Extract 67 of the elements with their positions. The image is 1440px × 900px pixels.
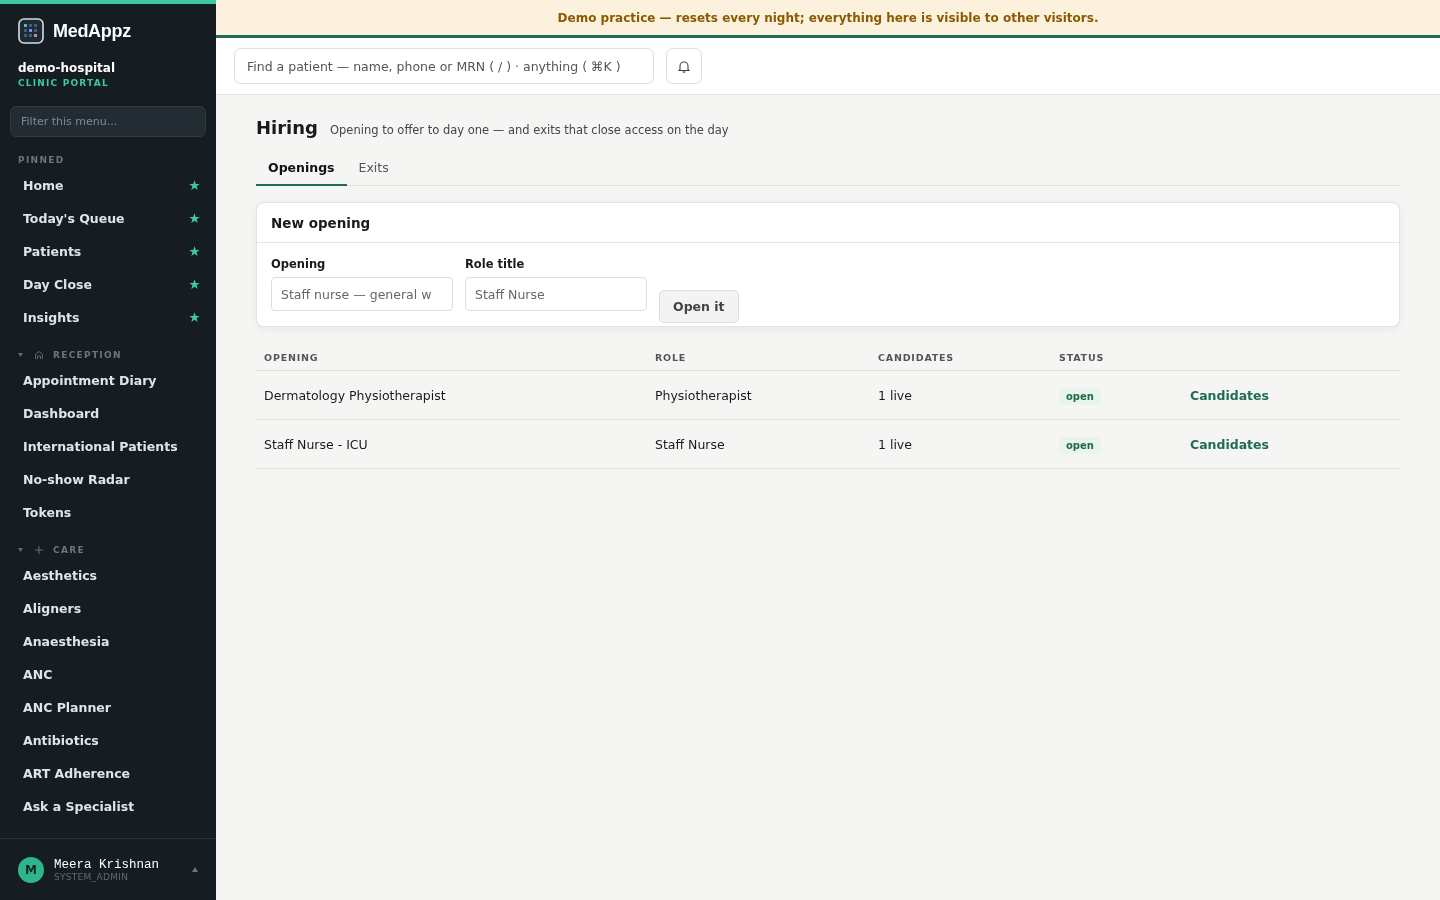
column-header: OPENING — [256, 347, 647, 371]
sidebar-item[interactable]: Patients — [10, 235, 206, 268]
table-cell: Staff Nurse - ICU — [256, 419, 647, 469]
sidebar-item[interactable]: International Patients — [10, 430, 206, 463]
plus-icon — [34, 545, 44, 555]
user-role: SYSTEM_ADMIN — [54, 871, 130, 882]
sidebar-item[interactable]: Appointment Diary — [10, 364, 206, 397]
column-header: CANDIDATES — [870, 347, 1051, 371]
caret-icon[interactable] — [18, 353, 23, 357]
sidebar-item[interactable]: ART Adherence — [10, 757, 206, 790]
input-field[interactable]: Staff Nurse — [465, 277, 647, 311]
sidebar-item[interactable]: Anaesthesia — [10, 625, 206, 658]
table-cell: Physiotherapist — [647, 370, 870, 420]
sidebar-item[interactable]: Aesthetics — [10, 559, 206, 592]
sidebar-item[interactable]: Day Close — [10, 268, 206, 301]
notifications-button[interactable] — [666, 48, 702, 84]
sidebar-item[interactable]: Ask a Specialist — [10, 790, 206, 823]
section-heading[interactable]: CARE — [53, 545, 85, 555]
open-button[interactable]: Open it — [659, 290, 739, 323]
sidebar-item[interactable]: ANC — [10, 658, 206, 691]
star-icon[interactable] — [189, 312, 200, 323]
sidebar-item[interactable]: Antibiotics — [10, 724, 206, 757]
star-icon[interactable] — [189, 180, 200, 191]
bell-icon — [678, 59, 690, 73]
caret-icon[interactable] — [18, 548, 23, 552]
portal-label: CLINIC PORTAL — [17, 77, 110, 88]
candidates-link[interactable]: Candidates — [1190, 387, 1270, 403]
sidebar-item[interactable]: Aligners — [10, 592, 206, 625]
house-icon — [34, 350, 44, 360]
column-header: ROLE — [647, 347, 870, 371]
page-title: Hiring — [256, 117, 318, 138]
sidebar-item[interactable]: Dashboard — [10, 397, 206, 430]
star-icon[interactable] — [189, 213, 200, 224]
filter-field[interactable]: Filter this menu... — [10, 106, 206, 137]
star-icon[interactable] — [189, 246, 200, 257]
field-label: Role title — [465, 257, 526, 271]
brand-name: MedAppz — [53, 20, 131, 42]
tab[interactable]: Openings — [256, 160, 347, 186]
input-field[interactable]: Staff nurse — general w — [271, 277, 453, 311]
status-badge: open — [1059, 436, 1101, 454]
sidebar-item[interactable]: Tokens — [10, 496, 206, 529]
table-cell: 1 live — [870, 370, 1051, 420]
section-heading: PINNED — [18, 155, 65, 165]
sidebar-item[interactable]: Insights — [10, 301, 206, 334]
sidebar-item[interactable]: Today's Queue — [10, 202, 206, 235]
sidebar-item[interactable]: ANC Planner — [10, 691, 206, 724]
caret-icon[interactable] — [192, 867, 198, 872]
table-cell: Staff Nurse — [647, 419, 870, 469]
banner-text: Demo practice — resets every night; everything here is visible to other visitors. — [557, 10, 1099, 25]
organization-name: demo-hospital — [17, 60, 117, 75]
field-label: Opening — [271, 257, 327, 271]
column-header: STATUS — [1051, 347, 1182, 371]
avatar: M — [18, 856, 44, 883]
tab[interactable]: Exits — [346, 160, 401, 186]
logo-icon — [18, 18, 44, 44]
page-subtitle: Opening to offer to day one — and exits that close access on the day — [330, 123, 729, 137]
table-cell: 1 live — [870, 419, 1051, 469]
user-name: Meera Krishnan — [54, 857, 161, 872]
search-field[interactable]: Find a patient — name, phone or MRN ( / ) · anything ( ⌘K ) — [234, 48, 654, 84]
card-title: New opening — [257, 203, 1399, 243]
table-cell: Dermatology Physiotherapist — [256, 370, 647, 420]
star-icon[interactable] — [189, 279, 200, 290]
section-heading[interactable]: RECEPTION — [53, 350, 122, 360]
sidebar-item[interactable]: Home — [10, 169, 206, 202]
status-badge: open — [1059, 387, 1101, 405]
candidates-link[interactable]: Candidates — [1190, 436, 1270, 452]
sidebar-item[interactable]: No-show Radar — [10, 463, 206, 496]
